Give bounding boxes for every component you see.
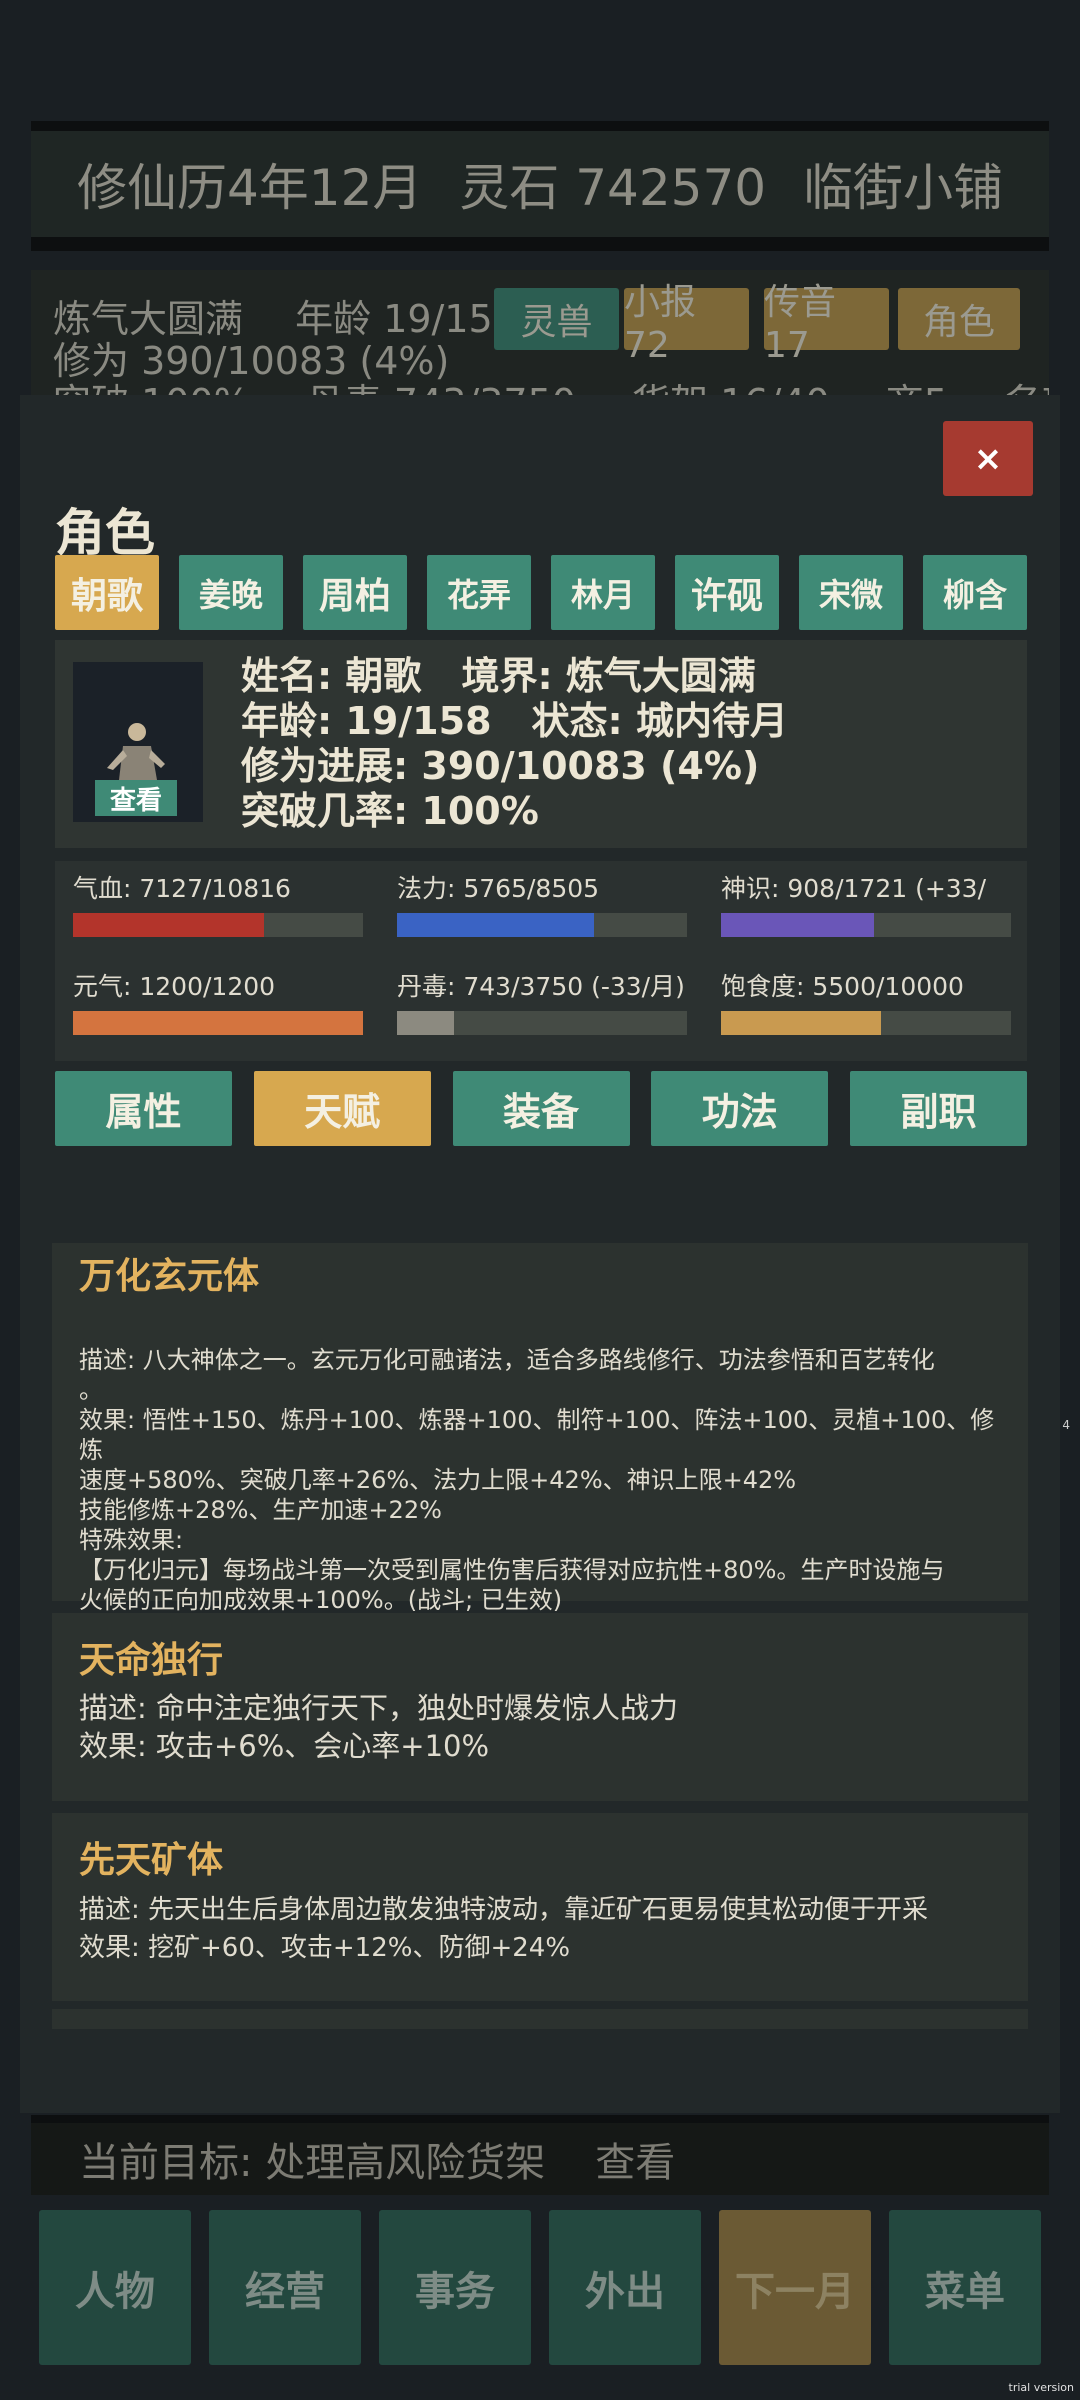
- stat-sense-fill: [721, 913, 875, 937]
- character-tab-jiangwan[interactable]: 姜晚: [179, 555, 283, 630]
- character-tab-zhoubai[interactable]: 周柏: [303, 555, 407, 630]
- talent-name: 先天矿体: [79, 1840, 224, 1881]
- stat-satiety-bar: [721, 1011, 1011, 1035]
- talent-card-partial: [52, 2009, 1028, 2029]
- character-info-card: 查看 姓名: 朝歌 境界: 炼气大圆满 年龄: 19/158 状态: 城内待月 修为…: [55, 640, 1027, 848]
- character-tab-liuhan[interactable]: 柳含: [923, 555, 1027, 630]
- stat-hp-bar: [73, 913, 363, 937]
- info-breakthrough: 突破几率: 100%: [241, 789, 539, 833]
- nav-next-month[interactable]: 下一月: [719, 2210, 871, 2365]
- edge-mark: 4: [1062, 1418, 1070, 1432]
- nav-menu[interactable]: 菜单: [889, 2210, 1041, 2365]
- top-status-bar: 修仙历4年12月 灵石 742570 临街小铺: [31, 121, 1049, 251]
- tab-side-jobs[interactable]: 副职: [850, 1071, 1027, 1146]
- pet-button[interactable]: 灵兽: [494, 288, 619, 350]
- character-tab-linyue[interactable]: 林月: [551, 555, 655, 630]
- tab-equipment[interactable]: 装备: [452, 1071, 630, 1146]
- talent-name: 万化玄元体: [79, 1256, 260, 1297]
- stat-poison: 丹毒: 743/3750 (-33/月): [397, 967, 687, 1035]
- news-button[interactable]: 小报 72: [624, 282, 749, 366]
- character-tab-songwei[interactable]: 宋微: [799, 555, 903, 630]
- stat-mana: 法力: 5765/8505: [397, 869, 687, 937]
- info-status: 状态: 城内待月: [531, 699, 788, 743]
- role-button[interactable]: 角色: [898, 288, 1020, 350]
- info-name: 姓名: 朝歌: [241, 654, 422, 698]
- current-goal-bar: 当前目标: 处理高风险货架 查看: [31, 2115, 1049, 2195]
- nav-outing[interactable]: 外出: [549, 2210, 701, 2365]
- section-tabs: 属性 天赋 装备 功法 副职: [55, 1071, 1027, 1146]
- stat-mana-label: 法力: 5765/8505: [397, 874, 600, 903]
- stat-poison-fill: [397, 1011, 455, 1035]
- stat-mana-fill: [397, 913, 594, 937]
- tab-techniques[interactable]: 功法: [651, 1071, 829, 1146]
- stat-yuanqi-fill: [73, 1011, 363, 1035]
- bottom-nav: 人物 经营 事务 外出 下一月 菜单: [31, 2210, 1049, 2380]
- stat-sense-bar: [721, 913, 1011, 937]
- character-tab-zhaoge[interactable]: 朝歌: [55, 555, 159, 630]
- info-realm: 境界: 炼气大圆满: [461, 654, 756, 698]
- goal-view-link[interactable]: 查看: [595, 2130, 675, 2188]
- character-tabs: 朝歌 姜晚 周柏 花弄 林月 许砚 宋微 柳含: [55, 555, 1027, 630]
- stat-hp-fill: [73, 913, 265, 937]
- stat-sense-label: 神识: 908/1721 (+33/月): [721, 874, 987, 939]
- game-date: 修仙历4年12月: [77, 159, 423, 217]
- stat-hp: 气血: 7127/10816: [73, 869, 363, 937]
- character-tab-xuyan[interactable]: 许砚: [675, 555, 779, 630]
- stat-yuanqi: 元气: 1200/1200: [73, 967, 363, 1035]
- stat-yuanqi-bar: [73, 1011, 363, 1035]
- talent-description: 描述: 八大神体之一。玄元万化可融诸法，适合多路线修行、功法参悟和百艺转化 。 …: [79, 1346, 995, 1614]
- stat-poison-bar: [397, 1011, 687, 1035]
- talent-card: 万化玄元体 描述: 八大神体之一。玄元万化可融诸法，适合多路线修行、功法参悟和百…: [52, 1243, 1028, 1614]
- resource-stats-panel: 气血: 7127/10816 法力: 5765/8505 神识: 908/172…: [55, 861, 1027, 1061]
- stat-yuanqi-label: 元气: 1200/1200: [73, 972, 276, 1001]
- talent-card: 先天矿体 描述: 先天出生后身体周边散发独特波动，靠近矿石更易使其松动便于开采 …: [52, 1813, 1028, 2001]
- stat-satiety: 饱食度: 5500/10000: [721, 967, 1011, 1035]
- portrait-view-button[interactable]: 查看: [95, 780, 177, 816]
- nav-affairs[interactable]: 事务: [379, 2210, 531, 2365]
- info-age: 年龄: 19/158: [241, 699, 492, 743]
- character-info-text: 姓名: 朝歌 境界: 炼气大圆满 年龄: 19/158 状态: 城内待月 修为进展:…: [241, 654, 788, 834]
- character-portrait: 查看: [73, 662, 203, 822]
- character-tab-huanong[interactable]: 花弄: [427, 555, 531, 630]
- close-button[interactable]: ×: [943, 421, 1033, 496]
- stat-hp-label: 气血: 7127/10816: [73, 874, 291, 903]
- stat-satiety-fill: [721, 1011, 881, 1035]
- spirit-stone-count: 灵石 742570: [459, 159, 767, 217]
- tab-talents[interactable]: 天赋: [253, 1071, 431, 1146]
- talent-name: 天命独行: [79, 1640, 224, 1681]
- tab-attributes[interactable]: 属性: [55, 1071, 232, 1146]
- stat-mana-bar: [397, 913, 687, 937]
- stat-satiety-label: 饱食度: 5500/10000: [721, 972, 964, 1001]
- stat-sense: 神识: 908/1721 (+33/月): [721, 869, 1011, 939]
- talent-card: 天命独行 描述: 命中注定独行天下，独处时爆发惊人战力 效果: 攻击+6%、会心…: [52, 1613, 1028, 1801]
- goal-text: 当前目标: 处理高风险货架: [79, 2140, 546, 2186]
- talent-description: 描述: 先天出生后身体周边散发独特波动，靠近矿石更易使其松动便于开采 效果: 挖…: [79, 1895, 929, 1963]
- message-button[interactable]: 传音 17: [764, 282, 889, 366]
- talent-description: 描述: 命中注定独行天下，独处时爆发惊人战力 效果: 攻击+6%、会心率+10%: [79, 1691, 678, 1763]
- nav-character[interactable]: 人物: [39, 2210, 191, 2365]
- trial-watermark: trial version: [1008, 2381, 1074, 2394]
- stat-poison-label: 丹毒: 743/3750 (-33/月): [397, 972, 685, 1001]
- nav-business[interactable]: 经营: [209, 2210, 361, 2365]
- info-cultivation: 修为进展: 390/10083 (4%): [241, 744, 760, 788]
- character-modal: × 角色 朝歌 姜晚 周柏 花弄 林月 许砚 宋微 柳含 查看 姓名: 朝歌 境界…: [20, 395, 1060, 2113]
- shop-name: 临街小铺: [802, 159, 1003, 217]
